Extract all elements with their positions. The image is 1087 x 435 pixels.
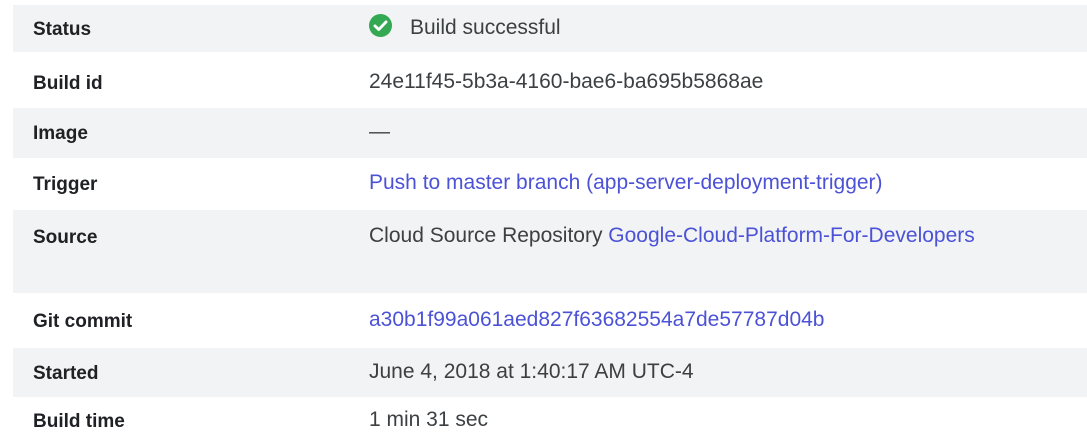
build-details-table: Status Build successful Build id 24e11f4… [0,0,1087,435]
build-time-value: 1 min 31 sec [369,408,489,431]
image-row: Image — [13,108,1087,158]
source-row: Source Cloud Source Repository Google-Cl… [13,210,1087,293]
git-commit-link[interactable]: a30b1f99a061aed827f63682554a7de57787d04b [369,308,824,331]
build-time-label: Build time [33,411,125,432]
build-id-label: Build id [33,73,103,94]
status-row: Status Build successful [13,5,1087,52]
source-repository-link[interactable]: Google-Cloud-Platform-For-Developers [608,224,974,247]
status-value: Build successful [410,16,561,39]
source-label: Source [33,227,98,248]
started-value: June 4, 2018 at 1:40:17 AM UTC-4 [369,360,694,383]
started-row: Started June 4, 2018 at 1:40:17 AM UTC-4 [13,348,1087,397]
trigger-label: Trigger [33,174,98,195]
build-id-value: 24e11f45-5b3a-4160-bae6-ba695b5868ae [369,70,764,93]
source-prefix: Cloud Source Repository [369,224,609,247]
trigger-link[interactable]: Push to master branch (app-server-deploy… [369,171,883,194]
image-label: Image [33,123,88,144]
build-time-row: Build time 1 min 31 sec [13,397,1087,435]
check-circle-icon [369,14,392,37]
status-value-container: Build successful [369,13,1029,42]
trigger-value: Push to master branch (app-server-deploy… [369,168,1029,197]
image-value: — [369,120,390,143]
trigger-row: Trigger Push to master branch (app-serve… [13,158,1087,210]
status-label: Status [33,19,92,40]
build-id-row: Build id 24e11f45-5b3a-4160-bae6-ba695b5… [13,56,1087,108]
git-commit-value: a30b1f99a061aed827f63682554a7de57787d04b [369,305,1029,334]
started-label: Started [33,363,99,384]
source-value: Cloud Source Repository Google-Cloud-Pla… [369,221,989,250]
git-commit-label: Git commit [33,311,133,332]
git-commit-row: Git commit a30b1f99a061aed827f63682554a7… [13,293,1087,348]
